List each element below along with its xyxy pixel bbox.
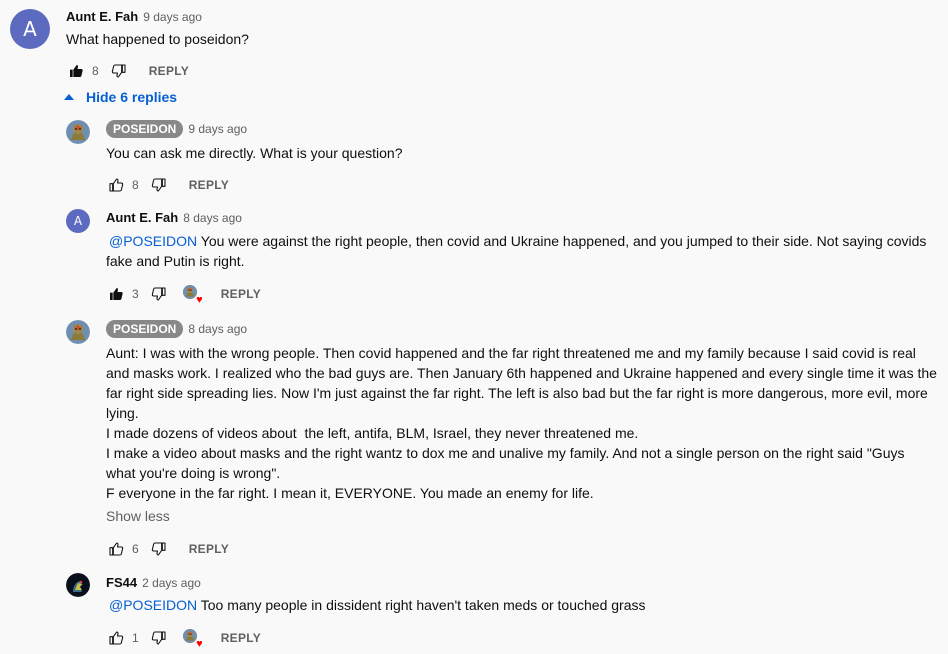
reply-button[interactable]: REPLY [149,64,189,78]
like-button[interactable] [106,175,126,195]
reply-text: @POSEIDON Too many people in dissident r… [106,595,645,615]
author-name[interactable]: POSEIDON [106,120,184,138]
reply-actions: 3 ♥ REPLY [106,284,261,306]
reply-text: You can ask me directly. What is your qu… [106,145,403,161]
like-button[interactable] [106,539,126,559]
heart-icon: ♥ [196,294,203,306]
comment-time[interactable]: 8 days ago [188,322,247,336]
reply-header: FS44 2 days ago [106,575,201,590]
thumbs-up-filled-icon [68,63,84,79]
reply-header: POSEIDON 8 days ago [106,320,247,338]
thumbs-up-filled-icon [108,286,124,302]
thumbs-up-outline-icon [108,630,124,646]
creator-heart-badge: ♥ [182,629,203,650]
reply-text-body: You were against the right people, then … [106,233,927,269]
thumbs-up-outline-icon [108,541,124,557]
author-name[interactable]: Aunt E. Fah [106,210,178,225]
dislike-button[interactable] [149,284,169,304]
author-name[interactable]: FS44 [106,575,137,590]
comment-time[interactable]: 2 days ago [142,576,201,590]
mention-link[interactable]: @POSEIDON [109,233,197,249]
thumbs-up-outline-icon [108,177,124,193]
comment-actions: 8 REPLY [66,61,189,81]
thumbs-down-outline-icon [151,541,167,557]
avatar-letter: A [73,214,83,228]
reply-text: @POSEIDON You were against the right peo… [106,231,926,271]
like-count: 8 [92,64,99,78]
poseidon-avatar-icon [66,320,90,344]
avatar-letter: A [23,17,37,41]
thumbs-down-outline-icon [111,63,127,79]
poseidon-avatar-icon [183,629,197,643]
dislike-button[interactable] [149,628,169,648]
like-count: 3 [132,287,139,301]
like-button[interactable] [106,628,126,648]
like-count: 1 [132,631,139,645]
avatar[interactable] [66,320,90,344]
thumbs-down-outline-icon [151,630,167,646]
like-button[interactable] [106,284,126,304]
dislike-button[interactable] [109,61,129,81]
author-name[interactable]: Aunt E. Fah [66,9,138,24]
like-count: 8 [132,178,139,192]
comment-time[interactable]: 9 days ago [188,122,247,136]
hide-replies-label: Hide 6 replies [86,89,178,105]
thumbs-down-outline-icon [151,177,167,193]
avatar[interactable]: A [10,9,50,49]
reply-button[interactable]: REPLY [221,631,261,645]
like-count: 6 [132,542,139,556]
thumbs-down-outline-icon [151,286,167,302]
poseidon-avatar-icon [183,285,197,299]
like-button[interactable] [66,61,86,81]
reply-text-body: Too many people in dissident right haven… [197,597,646,613]
reply-button[interactable]: REPLY [189,178,229,192]
avatar[interactable] [66,573,90,597]
caret-up-icon [64,94,74,100]
show-less-link[interactable]: Show less [106,508,170,524]
fs44-avatar-icon [66,573,90,597]
author-name[interactable]: POSEIDON [106,320,184,338]
dislike-button[interactable] [149,539,169,559]
comment-header: Aunt E. Fah 9 days ago [66,9,202,24]
creator-avatar [182,285,197,299]
comment-text: What happened to poseidon? [66,31,249,47]
reply-header: Aunt E. Fah 8 days ago [106,210,242,225]
heart-icon: ♥ [196,638,203,650]
reply-header: POSEIDON 9 days ago [106,120,247,138]
reply-actions: 6 REPLY [106,539,229,559]
reply-button[interactable]: REPLY [221,287,261,301]
mention-link[interactable]: @POSEIDON [109,597,197,613]
avatar[interactable]: A [66,209,90,233]
reply-actions: 8 REPLY [106,175,229,195]
reply-button[interactable]: REPLY [189,542,229,556]
comment-time[interactable]: 8 days ago [183,211,242,225]
reply-text: Aunt: I was with the wrong people. Then … [106,345,937,501]
avatar[interactable] [66,120,90,144]
reply-actions: 1 ♥ REPLY [106,628,261,650]
comment-time[interactable]: 9 days ago [143,10,202,24]
hide-replies-toggle[interactable]: Hide 6 replies [64,89,177,105]
creator-heart-badge: ♥ [182,285,203,306]
creator-avatar [182,629,197,643]
dislike-button[interactable] [149,175,169,195]
poseidon-avatar-icon [66,120,90,144]
